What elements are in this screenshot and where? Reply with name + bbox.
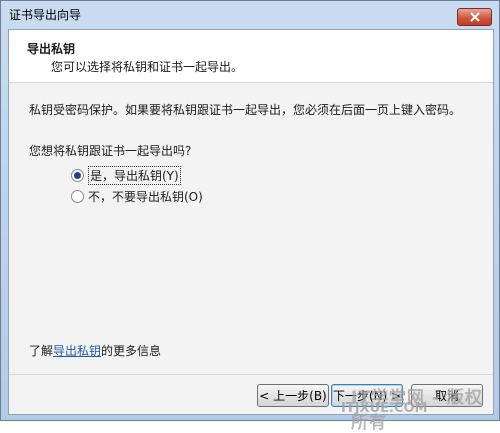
radio-no-label[interactable]: 不，不要导出私钥(O) — [88, 188, 203, 205]
footer-divider — [9, 374, 493, 375]
title-bar[interactable]: 证书导出向导 — [1, 1, 499, 27]
radio-button-unchecked[interactable] — [71, 190, 84, 203]
learn-prefix: 了解 — [29, 344, 54, 358]
page-subtitle: 您可以选择将私钥和证书一起导出。 — [51, 60, 244, 74]
close-button[interactable] — [457, 8, 492, 26]
page-title: 导出私钥 — [27, 42, 76, 56]
radio-export-yes[interactable]: 是，导出私钥(Y) — [71, 166, 181, 185]
learn-more-link[interactable]: 导出私钥 — [53, 344, 101, 358]
back-button[interactable]: < 上一步(B) — [257, 384, 329, 407]
window-title: 证书导出向导 — [9, 7, 82, 22]
radio-yes-label[interactable]: 是，导出私钥(Y) — [88, 166, 181, 185]
wizard-content: 导出私钥 您可以选择将私钥和证书一起导出。 私钥受密码保护。如果要将私钥跟证书一… — [8, 29, 494, 415]
close-icon — [469, 12, 480, 22]
description-text: 私钥受密码保护。如果要将私钥跟证书一起导出，您必须在后面一页上键入密码。 — [29, 103, 462, 117]
radio-button-checked[interactable] — [71, 169, 84, 182]
learn-suffix: 的更多信息 — [101, 344, 162, 358]
watermark-url: ITJXUE.COM — [341, 401, 428, 416]
wizard-header: 导出私钥 您可以选择将私钥和证书一起导出。 — [9, 30, 493, 83]
question-text: 您想将私钥跟证书一起导出吗? — [29, 144, 192, 158]
radio-export-no[interactable]: 不，不要导出私钥(O) — [71, 188, 203, 205]
learn-more-text: 了解导出私钥的更多信息 — [29, 342, 161, 359]
wizard-window: 证书导出向导 导出私钥 您可以选择将私钥和证书一起导出。 私钥受密码保护。如果要… — [0, 0, 500, 433]
